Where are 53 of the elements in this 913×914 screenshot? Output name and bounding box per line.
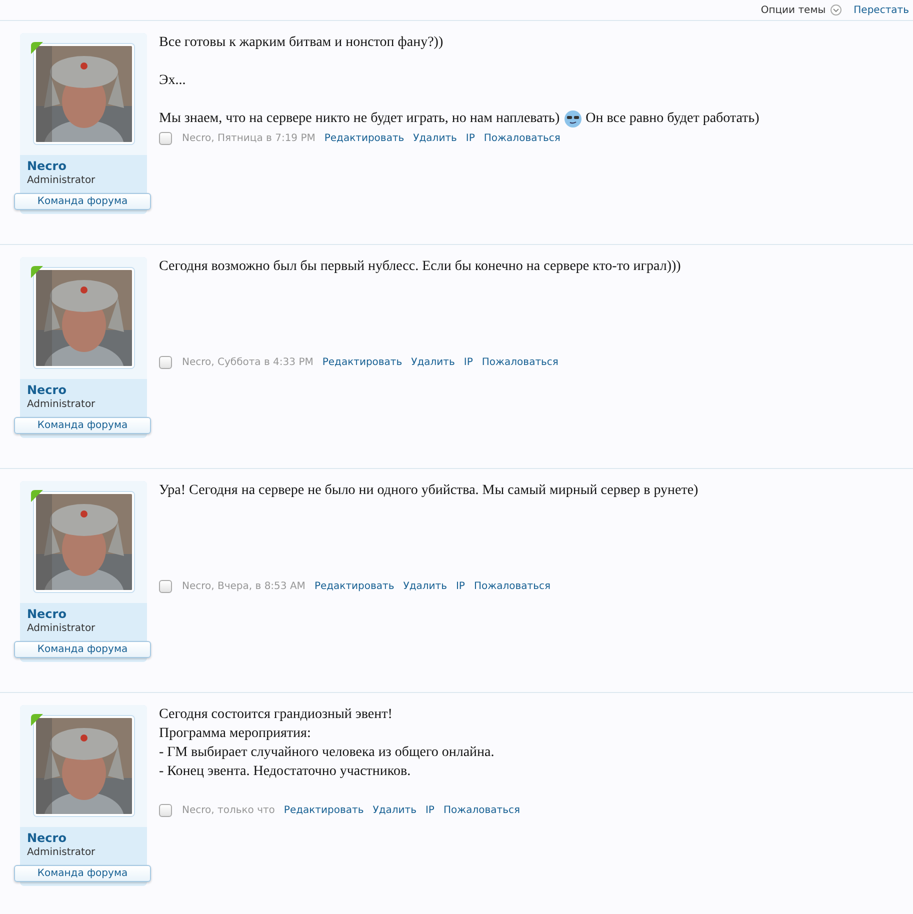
username-link[interactable]: Necro xyxy=(27,160,147,173)
user-title: Administrator xyxy=(27,846,96,859)
user-banner: Команда форума xyxy=(14,641,151,658)
post-action-link[interactable]: Удалить xyxy=(372,805,416,816)
post-action-link[interactable]: IP xyxy=(456,581,465,592)
message-text: Ура! Сегодня на сервере не было ни одного убийства. Мы самый мирный сервер в рунете) xyxy=(159,482,698,500)
post-action-link[interactable]: Удалить xyxy=(411,357,455,368)
post-action-link[interactable]: Редактировать xyxy=(284,805,364,816)
user-banner: Команда форума xyxy=(14,865,151,882)
post-action-link[interactable]: Пожаловаться xyxy=(474,581,551,592)
user-title: Administrator xyxy=(27,622,96,635)
post-action-link[interactable]: Удалить xyxy=(403,581,447,592)
post-action-link[interactable]: Удалить xyxy=(413,133,457,144)
checkbox[interactable] xyxy=(159,132,172,145)
message-text: Все готовы к жарким битвам и нонстоп фану?)) xyxy=(159,34,444,52)
username-link[interactable]: Necro xyxy=(27,384,147,397)
post-action-link[interactable]: Редактировать xyxy=(322,357,402,368)
post-meta: Necro, только что xyxy=(182,805,275,816)
user-title: Administrator xyxy=(27,398,96,411)
post-meta: Necro, Вчера, в 8:53 AM xyxy=(182,581,306,592)
message-text: - Конец эвента. Недостаточно участников. xyxy=(159,763,411,781)
checkbox[interactable] xyxy=(159,356,172,369)
post-action-link[interactable]: IP xyxy=(425,805,434,816)
online-indicator-icon xyxy=(31,714,43,726)
username-link[interactable]: Necro xyxy=(27,832,147,845)
message-text: Мы знаем, что на сервере никто не будет играть, но нам наплевать) Он все равно будет работать) xyxy=(159,109,760,128)
post-action-link[interactable]: Редактировать xyxy=(314,581,394,592)
post-action-link[interactable]: IP xyxy=(466,133,475,144)
thread-options-link[interactable]: Опции темы xyxy=(760,4,826,16)
post-meta: Necro, Суббота в 4:33 PM xyxy=(182,357,314,368)
message-text: Программа мероприятия: xyxy=(159,725,311,743)
post-meta: Necro, Пятница в 7:19 PM xyxy=(182,133,316,144)
user-banner: Команда форума xyxy=(14,193,151,210)
message-text: - ГМ выбирает случайного человека из общего онлайна. xyxy=(159,744,494,762)
online-indicator-icon xyxy=(31,42,43,54)
post-action-link[interactable]: Редактировать xyxy=(324,133,404,144)
user-title: Administrator xyxy=(27,174,96,187)
caret-icon xyxy=(830,4,842,16)
message-text: Эх... xyxy=(159,72,186,90)
unwatch-link[interactable]: Перестать xyxy=(854,4,909,16)
user-banner: Команда форума xyxy=(14,417,151,434)
message-text: Сегодня состоится грандиозный эвент! xyxy=(159,706,392,724)
cool-smiley-icon xyxy=(564,110,582,128)
username-link[interactable]: Necro xyxy=(27,608,147,621)
online-indicator-icon xyxy=(31,266,43,278)
post-action-link[interactable]: Пожаловаться xyxy=(484,133,560,144)
post-action-link[interactable]: Пожаловаться xyxy=(443,805,520,816)
post-action-link[interactable]: Пожаловаться xyxy=(482,357,558,368)
message-text: Сегодня возможно был бы первый нублесс. Если бы конечно на сервере кто-то играл))) xyxy=(159,258,681,276)
checkbox[interactable] xyxy=(159,580,172,593)
post-action-link[interactable]: IP xyxy=(464,357,473,368)
online-indicator-icon xyxy=(31,490,43,502)
checkbox[interactable] xyxy=(159,804,172,817)
